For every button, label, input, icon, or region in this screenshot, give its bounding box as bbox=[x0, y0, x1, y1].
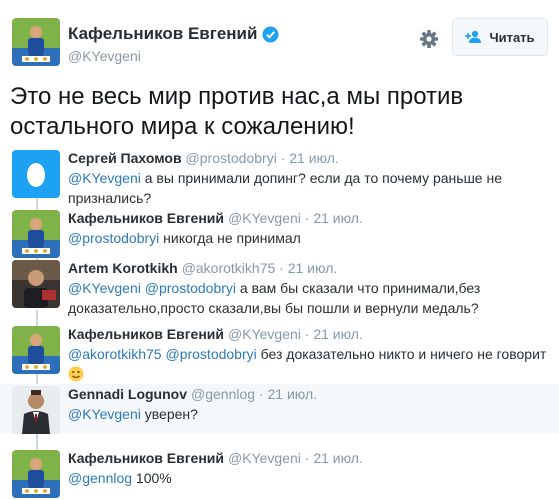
reply-date[interactable]: · 21 июл. bbox=[281, 150, 339, 166]
reply-author-handle[interactable]: @akorotkikh75 bbox=[182, 260, 276, 276]
reply-author-handle[interactable]: @KYevgeni bbox=[228, 450, 301, 466]
mention-link[interactable]: @akorotkikh75 bbox=[68, 346, 162, 362]
winking-face-icon bbox=[68, 366, 84, 382]
avatar[interactable] bbox=[12, 260, 60, 308]
reply-tweet[interactable]: Кафельников Евгений @KYevgeni · 21 июл. @… bbox=[0, 324, 559, 382]
avatar-default-egg[interactable] bbox=[12, 150, 60, 198]
reply-tweet[interactable]: Сергей Пахомов @prostodobryi · 21 июл. @K… bbox=[0, 148, 559, 206]
reply-tweet-highlighted[interactable]: Gennadi Logunov @gennlog · 21 июл. @KYevg… bbox=[0, 384, 559, 434]
reply-date[interactable]: · 21 июл. bbox=[279, 260, 337, 276]
reply-author-name[interactable]: Сергей Пахомов bbox=[68, 150, 182, 166]
reply-body-text: без доказательно никто и ничего не говор… bbox=[256, 346, 547, 362]
reply-author-name[interactable]: Кафельников Евгений bbox=[68, 326, 224, 342]
avatar[interactable] bbox=[12, 210, 60, 258]
reply-date[interactable]: · 21 июл. bbox=[305, 326, 363, 342]
avatar[interactable] bbox=[12, 386, 60, 434]
profile-name[interactable]: Кафельников Евгений bbox=[68, 24, 257, 44]
reply-text: @KYevgeni @prostodobryi а вам бы сказали… bbox=[68, 278, 548, 318]
follow-button-label: Читать bbox=[489, 29, 535, 45]
reply-tweet[interactable]: Artem Korotkikh @akorotkikh75 · 21 июл. @… bbox=[0, 258, 559, 316]
main-tweet-text: Это не весь мир против нас,а мы против о… bbox=[10, 83, 464, 140]
reply-tweet[interactable]: Кафельников Евгений @KYevgeni · 21 июл. @… bbox=[0, 448, 559, 500]
avatar[interactable] bbox=[12, 326, 60, 374]
mention-link[interactable]: @prostodobryi bbox=[68, 230, 159, 246]
mention-link[interactable]: @prostodobryi bbox=[165, 346, 256, 362]
reply-date[interactable]: · 21 июл. bbox=[305, 210, 363, 226]
mention-link[interactable]: @KYevgeni bbox=[68, 406, 141, 422]
profile-handle[interactable]: @KYevgeni bbox=[68, 48, 141, 64]
profile-avatar[interactable] bbox=[12, 18, 60, 66]
reply-author-name[interactable]: Artem Korotkikh bbox=[68, 260, 178, 276]
reply-body-text: никогда не принимал bbox=[159, 230, 301, 246]
reply-author-handle[interactable]: @gennlog bbox=[191, 386, 255, 402]
reply-body-text: уверен? bbox=[140, 406, 198, 422]
reply-text: @gennlog 100% bbox=[68, 468, 548, 488]
reply-author-name[interactable]: Gennadi Logunov bbox=[68, 386, 187, 402]
mention-link[interactable]: @gennlog bbox=[68, 470, 132, 486]
reply-tweet[interactable]: Кафельников Евгений @KYevgeni · 21 июл. @… bbox=[0, 208, 559, 258]
reply-author-handle[interactable]: @prostodobryi bbox=[186, 150, 277, 166]
mention-link[interactable]: @KYevgeni bbox=[68, 280, 141, 296]
avatar[interactable] bbox=[12, 450, 60, 498]
reply-text: @akorotkikh75 @prostodobryi без доказате… bbox=[68, 344, 548, 384]
reply-text: @KYevgeni уверен? bbox=[68, 404, 548, 424]
mention-link[interactable]: @prostodobryi bbox=[145, 280, 236, 296]
profile-header: Кафельников Евгений @KYevgeni Читать bbox=[0, 0, 559, 80]
mention-link[interactable]: @KYevgeni bbox=[68, 170, 141, 186]
gear-icon[interactable] bbox=[416, 26, 442, 52]
reply-author-name[interactable]: Кафельников Евгений bbox=[68, 450, 224, 466]
add-user-icon bbox=[465, 30, 482, 43]
reply-author-handle[interactable]: @KYevgeni bbox=[228, 210, 301, 226]
reply-date[interactable]: · 21 июл. bbox=[305, 450, 363, 466]
follow-button[interactable]: Читать bbox=[452, 18, 548, 56]
reply-text: @prostodobryi никогда не принимал bbox=[68, 228, 548, 248]
reply-date[interactable]: · 21 июл. bbox=[259, 386, 317, 402]
reply-author-name[interactable]: Кафельников Евгений bbox=[68, 210, 224, 226]
reply-text: @KYevgeni а вы принимали допинг? если да… bbox=[68, 168, 548, 208]
reply-body-text: 100% bbox=[132, 470, 172, 486]
reply-author-handle[interactable]: @KYevgeni bbox=[228, 326, 301, 342]
verified-badge-icon bbox=[262, 26, 279, 43]
